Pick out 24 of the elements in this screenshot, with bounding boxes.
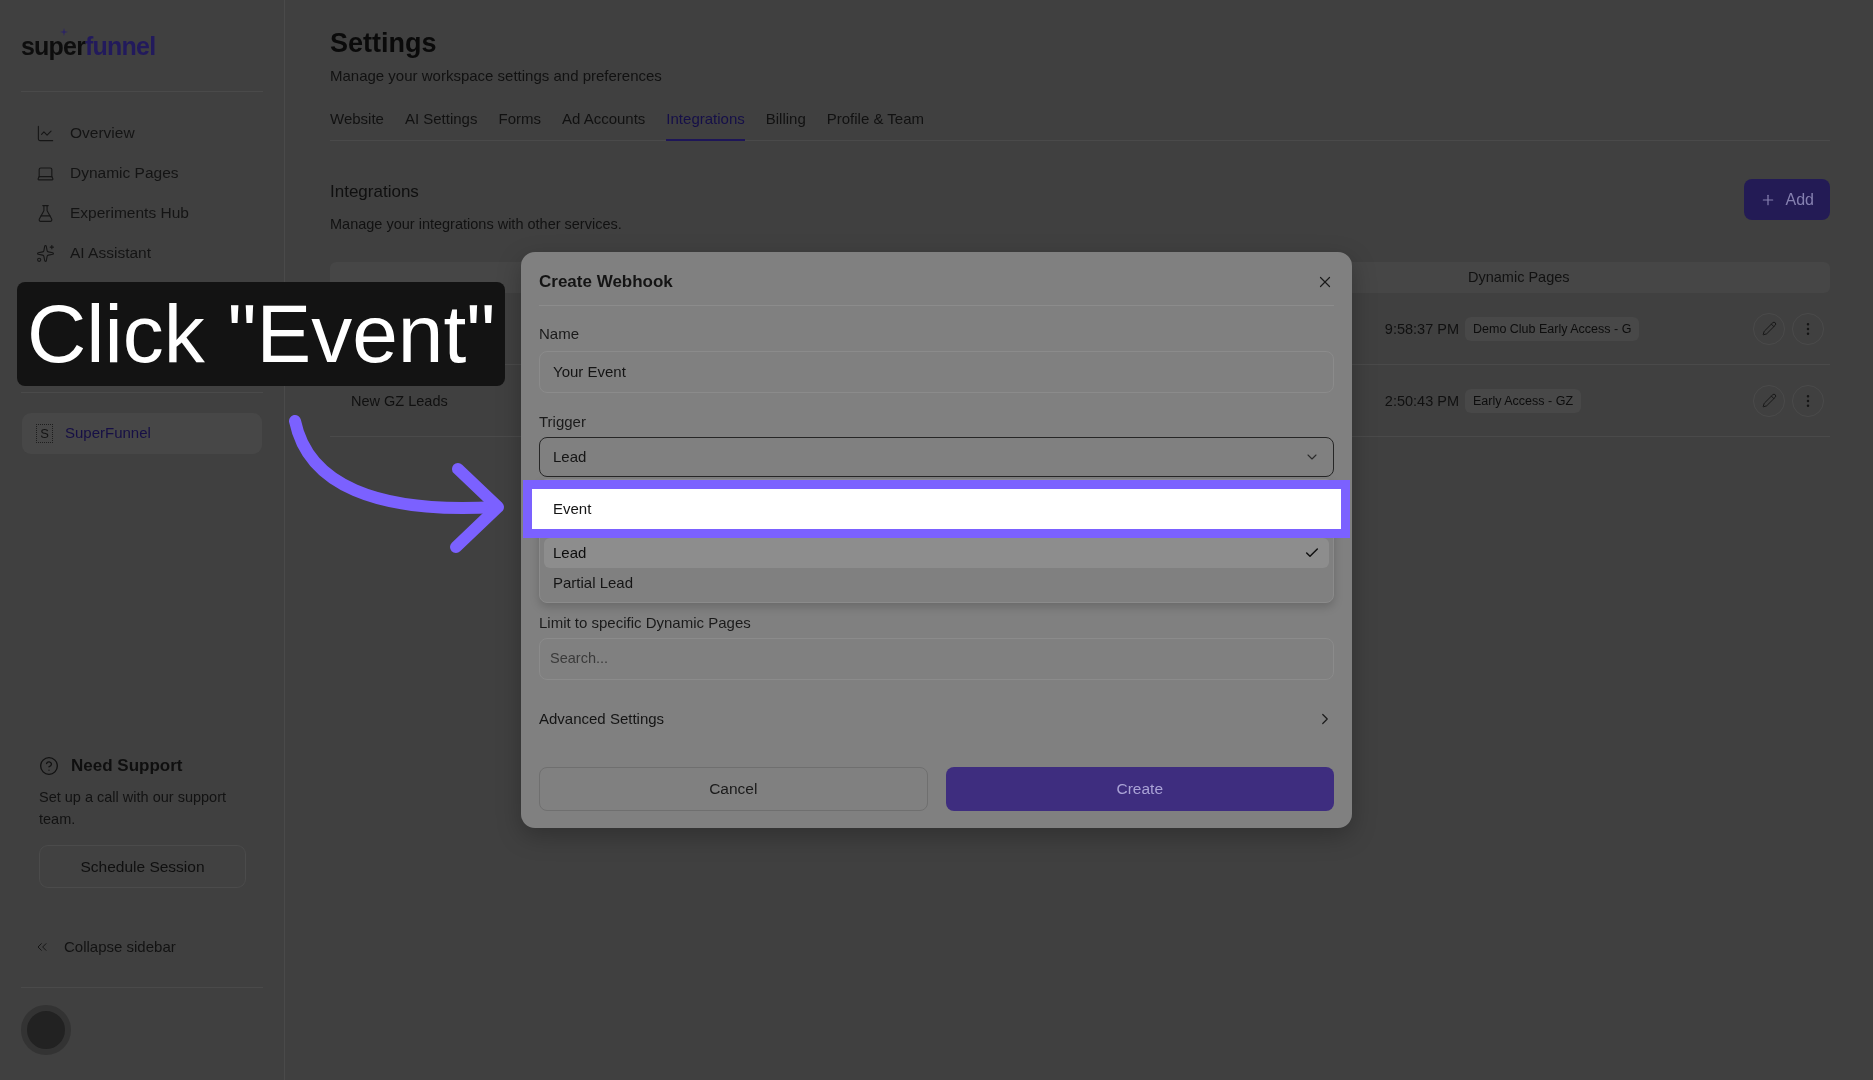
pencil-icon <box>1761 393 1777 408</box>
advanced-settings-toggle[interactable]: Advanced Settings <box>539 701 1334 737</box>
field-label: Name <box>539 324 580 344</box>
avatar-placeholder[interactable] <box>21 1005 71 1055</box>
flask-icon <box>36 203 55 223</box>
cancel-button[interactable]: Cancel <box>539 767 928 811</box>
sparkles-icon <box>36 243 55 263</box>
dialog-title: Create Webhook <box>539 271 673 293</box>
trigger-select[interactable]: Lead <box>539 437 1334 477</box>
field-label: Trigger <box>539 412 587 432</box>
name-field[interactable]: Your Event <box>539 351 1334 393</box>
dropdown-option[interactable]: Lead <box>544 538 1329 568</box>
field-label: Limit to specific Dynamic Pages <box>539 613 752 633</box>
dropdown-option[interactable]: Partial Lead <box>544 568 1329 598</box>
add-button[interactable]: Add <box>1743 179 1830 220</box>
instruction-callout: Click "Event" <box>17 282 506 386</box>
create-button[interactable]: Create <box>945 767 1334 811</box>
chart-line-icon <box>36 123 55 143</box>
sparkle-icon <box>60 28 68 36</box>
search-field[interactable]: Search... <box>539 638 1334 680</box>
pencil-icon <box>1761 321 1777 336</box>
page-chip: Early Access - GZ <box>1465 388 1582 414</box>
help-icon <box>39 756 59 776</box>
page-chip: Demo Club Early Access - G <box>1465 316 1640 342</box>
